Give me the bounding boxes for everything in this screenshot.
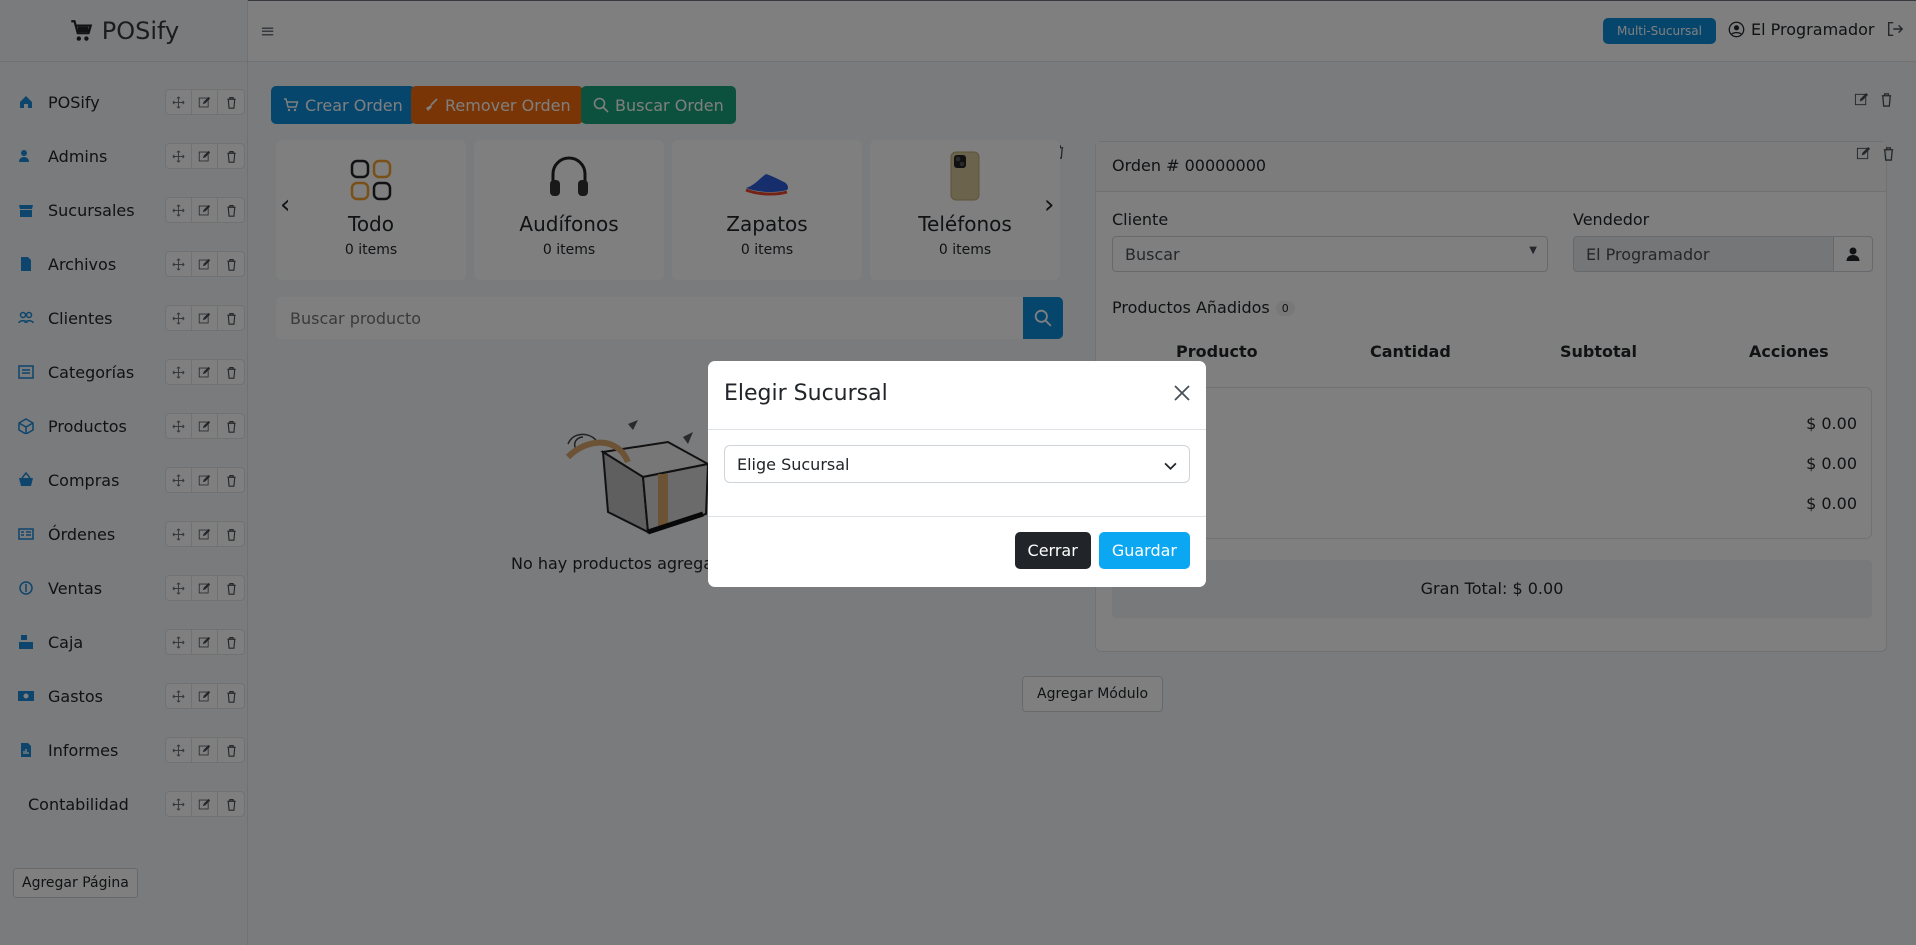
close-button[interactable]: Cerrar	[1014, 532, 1091, 569]
branch-select[interactable]: Elige Sucursal	[724, 445, 1190, 483]
close-icon[interactable]	[1172, 383, 1192, 409]
modal-footer: Cerrar Guardar	[708, 517, 1206, 584]
save-button[interactable]: Guardar	[1098, 532, 1190, 569]
branch-select-value: Elige Sucursal	[737, 455, 850, 474]
modal-body: Elige Sucursal	[708, 430, 1206, 517]
chevron-down-icon	[1164, 462, 1177, 470]
modal-header: Elegir Sucursal	[708, 361, 1206, 430]
modal-title: Elegir Sucursal	[724, 381, 888, 406]
choose-branch-modal: Elegir Sucursal Elige Sucursal Cerrar Gu…	[708, 361, 1206, 587]
